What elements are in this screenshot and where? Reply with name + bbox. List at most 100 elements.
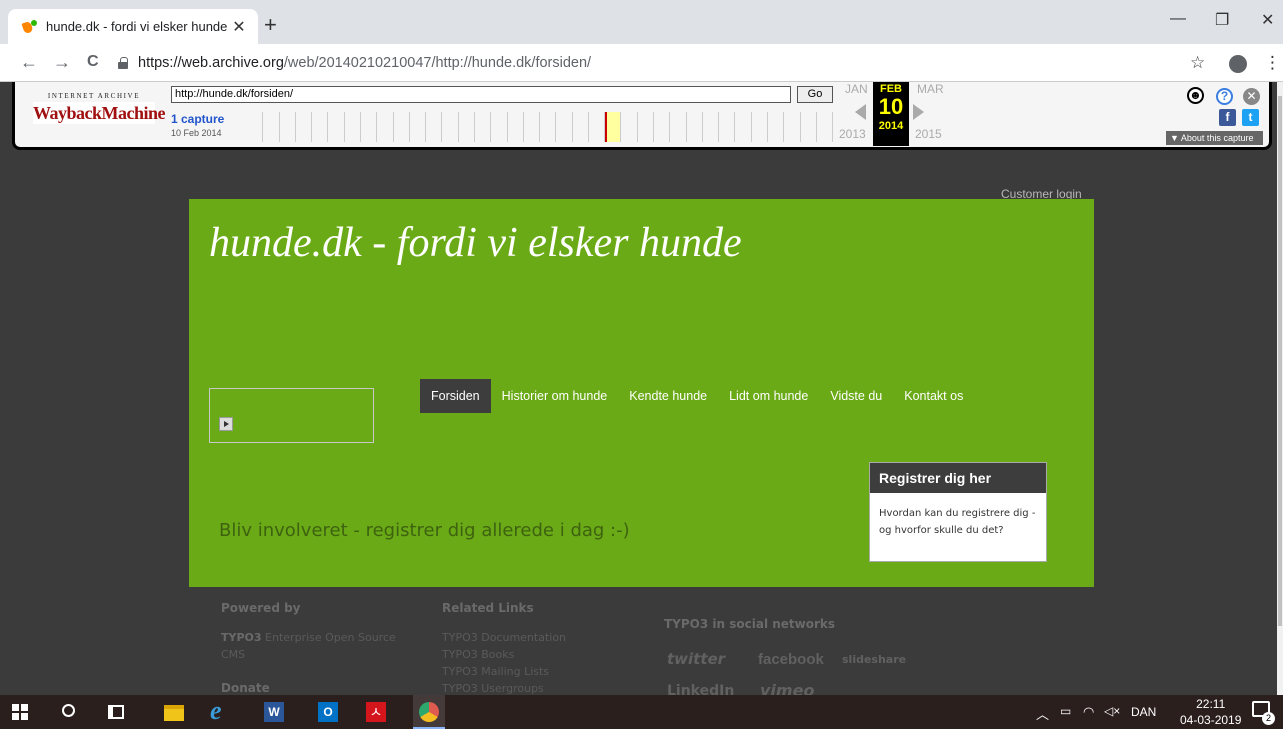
- facebook-logo-link[interactable]: facebook: [758, 651, 824, 668]
- clock[interactable]: 22:11 04-03-2019: [1180, 696, 1241, 728]
- spark-cell: [328, 112, 345, 142]
- next-month-link[interactable]: MAR: [917, 82, 944, 96]
- image-slider: [209, 388, 374, 443]
- spark-cell: [475, 112, 492, 142]
- vimeo-logo-link[interactable]: vimeo: [760, 681, 814, 695]
- wifi-icon[interactable]: ◠: [1083, 704, 1094, 720]
- task-view-icon[interactable]: [108, 705, 124, 719]
- about-capture-button[interactable]: ▼ About this capture: [1166, 131, 1263, 145]
- help-icon[interactable]: ?: [1216, 88, 1233, 105]
- footer-link[interactable]: TYPO3 Mailing Lists: [442, 663, 566, 680]
- word-icon[interactable]: W: [264, 702, 284, 722]
- spark-cell: [247, 112, 264, 142]
- forward-button[interactable]: →: [53, 52, 71, 72]
- twitter-logo-link[interactable]: twitter: [667, 650, 725, 668]
- nav-item-historier[interactable]: Historier om hunde: [491, 379, 619, 413]
- spark-cell: [703, 112, 720, 142]
- site-header: hunde.dk - fordi vi elsker hunde Forside…: [189, 199, 1094, 587]
- restore-button[interactable]: ❐: [1215, 10, 1229, 30]
- prev-month-link[interactable]: JAN: [845, 82, 868, 96]
- nav-item-forsiden[interactable]: Forsiden: [420, 379, 491, 413]
- footer-link[interactable]: TYPO3 Documentation: [442, 629, 566, 646]
- spark-cell: [573, 112, 589, 142]
- tab-close-icon[interactable]: ✕: [230, 17, 248, 37]
- minimize-button[interactable]: —: [1170, 10, 1186, 28]
- user-icon[interactable]: ☻: [1187, 87, 1204, 104]
- wayback-url-input[interactable]: http://hunde.dk/forsiden/: [171, 86, 791, 103]
- address-bar[interactable]: https://web.archive.org/web/201402102100…: [118, 49, 1178, 77]
- prev-capture-arrow-icon[interactable]: [855, 104, 866, 120]
- volume-muted-icon[interactable]: ◁×: [1104, 704, 1120, 718]
- site-footer: Powered by TYPO3 Enterprise Open Source …: [0, 587, 1283, 695]
- spark-cell: [784, 112, 801, 142]
- spark-cell: [687, 112, 703, 142]
- facebook-share-icon[interactable]: f: [1219, 109, 1236, 126]
- wayback-toolbar: INTERNET ARCHIVE WaybackMachine http://h…: [12, 82, 1272, 150]
- twitter-share-icon[interactable]: t: [1242, 109, 1259, 126]
- nav-item-vidste-du[interactable]: Vidste du: [819, 379, 893, 413]
- nav-item-kendte-hunde[interactable]: Kendte hunde: [618, 379, 718, 413]
- search-icon[interactable]: [62, 704, 75, 717]
- windows-start-icon[interactable]: [12, 704, 28, 720]
- donate-heading[interactable]: Donate: [221, 681, 270, 695]
- involve-text: Bliv involveret - registrer dig allerede…: [219, 520, 630, 541]
- close-window-button[interactable]: ✕: [1261, 10, 1274, 30]
- reload-button[interactable]: C: [87, 52, 99, 72]
- url-path: /web/20140210210047/http://hunde.dk/fors…: [283, 55, 592, 71]
- spark-cell: [524, 112, 541, 142]
- register-body[interactable]: Hvordan kan du registrere dig - og hvorf…: [870, 493, 1046, 551]
- social-heading: TYPO3 in social networks: [664, 617, 836, 631]
- profile-avatar-icon[interactable]: [1229, 55, 1247, 73]
- new-tab-button[interactable]: +: [264, 14, 277, 36]
- next-year-link[interactable]: 2015: [915, 127, 942, 141]
- spark-cell: [459, 112, 475, 142]
- main-nav: Forsiden Historier om hunde Kendte hunde…: [420, 379, 974, 413]
- bookmark-star-icon[interactable]: ☆: [1190, 53, 1205, 73]
- browser-menu-icon[interactable]: ⋮: [1264, 53, 1281, 73]
- spark-cell: [296, 112, 313, 142]
- chrome-active-indicator: [413, 695, 445, 729]
- spark-cell: [426, 112, 443, 142]
- spark-cell-current: [605, 112, 622, 142]
- capture-sparkline[interactable]: [247, 112, 834, 142]
- register-title: Registrer dig her: [870, 463, 1046, 493]
- footer-link[interactable]: TYPO3 Usergroups: [442, 680, 566, 695]
- acrobat-icon[interactable]: ㅅ: [366, 702, 386, 722]
- scrollbar-thumb[interactable]: [1278, 96, 1282, 626]
- powered-by-text[interactable]: TYPO3 Enterprise Open Source CMS: [221, 629, 411, 663]
- nav-item-kontakt-os[interactable]: Kontakt os: [893, 379, 974, 413]
- site-title: hunde.dk - fordi vi elsker hunde: [209, 220, 742, 266]
- back-button[interactable]: ←: [20, 52, 38, 72]
- footer-link[interactable]: TYPO3 Books: [442, 646, 566, 663]
- input-language[interactable]: DAN: [1131, 705, 1156, 719]
- nav-item-lidt-om-hunde[interactable]: Lidt om hunde: [718, 379, 819, 413]
- spark-cell: [670, 112, 687, 142]
- spark-cell: [263, 112, 280, 142]
- spark-cell: [817, 112, 834, 142]
- prev-year-link[interactable]: 2013: [839, 127, 866, 141]
- next-capture-arrow-icon[interactable]: [913, 104, 924, 120]
- captures-count-link[interactable]: 1 capture: [171, 112, 224, 126]
- close-wayback-icon[interactable]: ✕: [1243, 88, 1260, 105]
- windows-taskbar: e W O ㅅ ︿ ▭ ◠ ◁× DAN 22:11 04-03-2019 2: [0, 695, 1283, 729]
- slideshare-logo-link[interactable]: slideshare: [842, 653, 906, 666]
- tab-title: hunde.dk - fordi vi elsker hunde: [46, 19, 228, 34]
- browser-toolbar: ← → C https://web.archive.org/web/201402…: [0, 44, 1283, 82]
- browser-tabbar: hunde.dk - fordi vi elsker hunde ✕ + — ❐…: [0, 0, 1283, 44]
- notification-count-badge: 2: [1262, 712, 1275, 725]
- related-links-heading: Related Links: [442, 601, 534, 615]
- wayback-logo[interactable]: INTERNET ARCHIVE WaybackMachine: [33, 92, 166, 124]
- spark-cell: [654, 112, 671, 142]
- file-explorer-icon[interactable]: [164, 705, 184, 721]
- spark-cell: [540, 112, 557, 142]
- current-capture-date: FEB 10 2014: [873, 82, 909, 146]
- linkedin-logo-link[interactable]: LinkedIn: [667, 683, 734, 695]
- wayback-go-button[interactable]: Go: [797, 86, 833, 103]
- outlook-icon[interactable]: O: [318, 702, 338, 722]
- battery-icon[interactable]: ▭: [1060, 704, 1071, 718]
- internet-explorer-icon[interactable]: e: [210, 698, 230, 724]
- tray-chevron-icon[interactable]: ︿: [1036, 704, 1049, 723]
- play-icon[interactable]: [219, 417, 233, 431]
- browser-tab[interactable]: hunde.dk - fordi vi elsker hunde ✕: [8, 9, 258, 44]
- typo3-favicon-icon: [22, 19, 38, 35]
